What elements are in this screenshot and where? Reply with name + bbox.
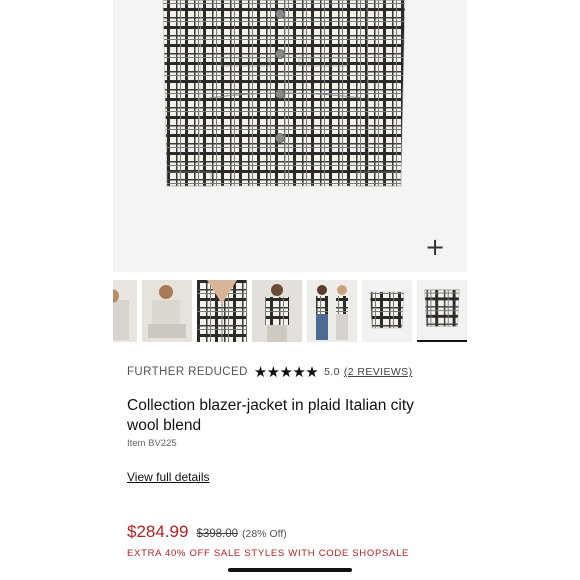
star-icon: ★: [279, 362, 294, 381]
thumbnail-5[interactable]: [307, 280, 357, 342]
thumbnail-7-image: [417, 280, 467, 340]
thumbnail-5-image: [307, 280, 357, 342]
thumbnail-1-image: [113, 280, 137, 342]
zoom-plus-icon[interactable]: +: [423, 235, 447, 260]
promo-message: EXTRA 40% OFF SALE STYLES WITH CODE SHOP…: [127, 548, 410, 559]
star-icon: ★: [292, 362, 307, 381]
thumbnail-7-selected[interactable]: [417, 280, 467, 342]
sale-price: $284.99: [127, 522, 189, 541]
price-row: $284.99 $398.00 (28% Off): [127, 522, 287, 542]
right-margin: [467, 0, 580, 580]
home-indicator[interactable]: [228, 568, 352, 572]
further-reduced-badge: FURTHER REDUCED: [127, 366, 248, 378]
star-icon: ★: [253, 362, 268, 381]
rating-stars: ★ ★ ★ ★ ★: [253, 362, 320, 381]
star-icon: ★: [266, 362, 281, 381]
reviews-link[interactable]: (2 REVIEWS): [344, 366, 413, 378]
discount-percent: (28% Off): [242, 528, 287, 540]
product-hero-image[interactable]: +: [113, 0, 467, 272]
thumbnail-3-image: [197, 280, 247, 342]
plaid-jacket-image: [162, 0, 406, 187]
product-title: Collection blazer-jacket in plaid Italia…: [127, 397, 414, 434]
product-info: FURTHER REDUCED ★ ★ ★ ★ ★ 5.0 (2 REVIEWS…: [127, 362, 457, 559]
original-price: $398.00: [196, 528, 239, 540]
star-icon: ★: [305, 362, 320, 381]
thumbnail-2-image: [142, 280, 192, 342]
rating-row: FURTHER REDUCED ★ ★ ★ ★ ★ 5.0 (2 REVIEWS…: [127, 362, 457, 382]
product-screen: + FURTHER REDUCED ★ ★ ★ ★ ★ 5.0 (2 REVIE…: [113, 0, 467, 580]
item-number: Item BV225: [127, 438, 177, 449]
thumbnail-3[interactable]: [197, 280, 247, 342]
thumbnail-6[interactable]: [362, 280, 412, 342]
thumbnail-4-image: [252, 280, 302, 342]
page: + FURTHER REDUCED ★ ★ ★ ★ ★ 5.0 (2 REVIE…: [0, 0, 580, 580]
thumbnail-2[interactable]: [142, 280, 192, 342]
thumbnail-strip: [113, 280, 467, 342]
thumbnail-1[interactable]: [113, 280, 137, 342]
rating-score: 5.0: [324, 366, 340, 378]
thumbnail-4[interactable]: [252, 280, 302, 342]
thumbnail-6-image: [362, 280, 412, 342]
view-full-details-link[interactable]: View full details: [127, 470, 210, 484]
left-margin: [0, 0, 113, 580]
